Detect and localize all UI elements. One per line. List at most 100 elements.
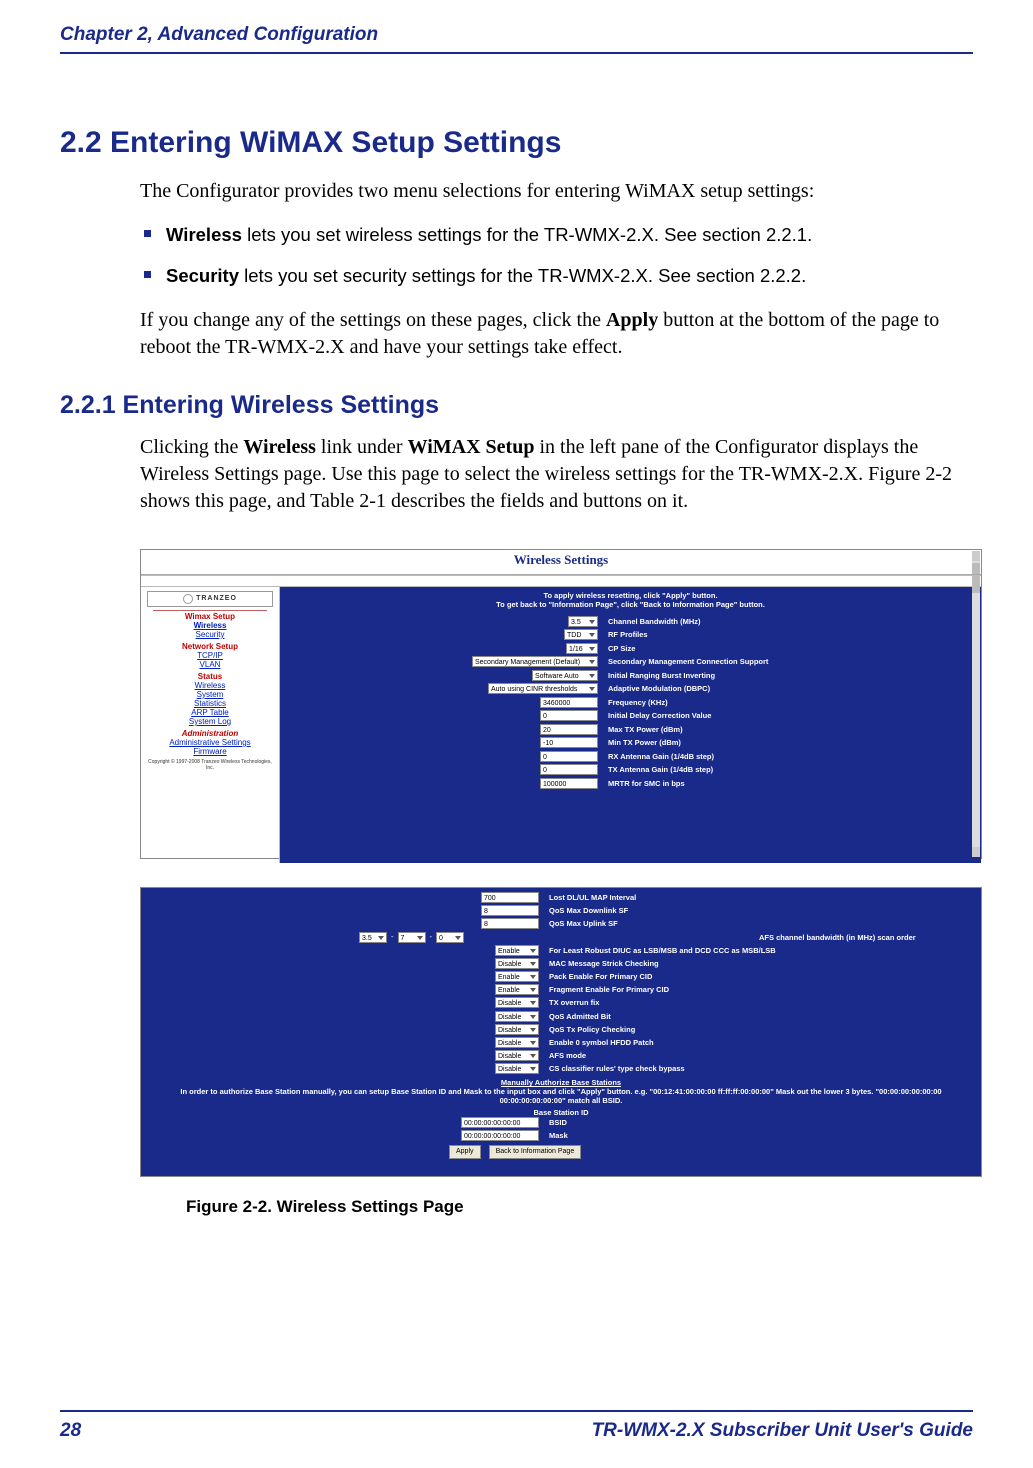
select-field[interactable]: Enable xyxy=(495,971,539,982)
form-row: 3460000 Frequency (KHz) xyxy=(288,697,973,708)
field-label: TX Antenna Gain (1/4dB step) xyxy=(608,765,713,774)
select-field[interactable]: Disable xyxy=(495,1050,539,1061)
field-label: Fragment Enable For Primary CID xyxy=(549,985,669,994)
field-label: MRTR for SMC in bps xyxy=(608,779,685,788)
sidebar-link-status-wireless[interactable]: Wireless xyxy=(141,681,279,690)
select-field[interactable]: 3.5 xyxy=(568,616,598,627)
text-input[interactable]: 3460000 xyxy=(540,697,598,708)
field-label: Initial Delay Correction Value xyxy=(608,711,711,720)
bullet-bold: Security xyxy=(166,265,239,286)
afs-field-1[interactable]: 3.5 xyxy=(359,932,387,943)
select-field[interactable]: Disable xyxy=(495,997,539,1008)
select-field[interactable]: Enable xyxy=(495,984,539,995)
field-label: Adaptive Modulation (DBPC) xyxy=(608,684,710,693)
form-row: Disable CS classifier rules' type check b… xyxy=(149,1063,973,1074)
afs-field-2[interactable]: 7 xyxy=(398,932,426,943)
sidebar-link-status-syslog[interactable]: System Log xyxy=(141,717,279,726)
figure-screenshot-bottom: 700Lost DL/UL MAP Interval8QoS Max Downl… xyxy=(140,887,982,1177)
field-label: Frequency (KHz) xyxy=(608,698,668,707)
bsid-input[interactable]: 00:00:00:00:00:00 xyxy=(461,1117,539,1128)
form-row: Enable For Least Robust DIUC as LSB/MSB a… xyxy=(149,945,973,956)
sidebar-link-wireless[interactable]: Wireless xyxy=(141,621,279,630)
bullet-bold: Wireless xyxy=(166,224,242,245)
sidebar-link-vlan[interactable]: VLAN xyxy=(141,660,279,669)
select-field[interactable]: Software Auto xyxy=(532,670,598,681)
field-label: CS classifier rules' type check bypass xyxy=(549,1064,685,1073)
form-row: 0 RX Antenna Gain (1/4dB step) xyxy=(288,751,973,762)
sidebar-heading-administration: Administration xyxy=(141,729,279,738)
text: Clicking the xyxy=(140,436,243,458)
apply-button[interactable]: Apply xyxy=(449,1145,481,1159)
panel-instruction: To apply wireless resetting, click "Appl… xyxy=(288,591,973,610)
afs-field-3[interactable]: 0 xyxy=(436,932,464,943)
field-label: QoS Max Downlink SF xyxy=(549,906,628,915)
form-row: Disable QoS Tx Policy Checking xyxy=(149,1024,973,1035)
form-row: Auto using CINR thresholds Adaptive Modul… xyxy=(288,683,973,694)
text-input[interactable]: 0 xyxy=(540,764,598,775)
bullet-rest: lets you set security settings for the T… xyxy=(239,265,806,286)
field-label: QoS Admitted Bit xyxy=(549,1012,611,1021)
back-to-information-button[interactable]: Back to Information Page xyxy=(489,1145,582,1159)
text-input[interactable]: 8 xyxy=(481,918,539,929)
guide-title: TR-WMX-2.X Subscriber Unit User's Guide xyxy=(592,1420,973,1442)
sidebar-copyright: Copyright © 1997-2008 Tranzeo Wireless T… xyxy=(141,759,279,771)
bullet-rest: lets you set wireless settings for the T… xyxy=(242,224,812,245)
form-row: Software AutoInitial Ranging Burst Inver… xyxy=(288,670,973,681)
select-field[interactable]: Secondary Management (Default) xyxy=(472,656,598,667)
form-row: DisableAFS mode xyxy=(149,1050,973,1061)
wireless-paragraph: Clicking the Wireless link under WiMAX S… xyxy=(140,434,973,515)
page-number: 28 xyxy=(60,1420,81,1442)
select-field[interactable]: Disable xyxy=(495,1024,539,1035)
field-label: RX Antenna Gain (1/4dB step) xyxy=(608,752,714,761)
form-row: 100000 MRTR for SMC in bps xyxy=(288,778,973,789)
mask-input[interactable]: 00:00:00:00:00:00 xyxy=(461,1130,539,1141)
field-label: Max TX Power (dBm) xyxy=(608,725,683,734)
sidebar-link-status-arp[interactable]: ARP Table xyxy=(141,708,279,717)
sidebar-link-admin-settings[interactable]: Administrative Settings xyxy=(141,738,279,747)
field-label: For Least Robust DIUC as LSB/MSB and DCD… xyxy=(549,946,776,955)
form-row: Enable Fragment Enable For Primary CID xyxy=(149,984,973,995)
select-field[interactable]: Enable xyxy=(495,945,539,956)
select-field[interactable]: Disable xyxy=(495,1037,539,1048)
form-row: 3.5Channel Bandwidth (MHz) xyxy=(288,616,973,627)
text-input[interactable]: 700 xyxy=(481,892,539,903)
text-input[interactable]: 100000 xyxy=(540,778,598,789)
section-2-2-1-heading: 2.2.1 Entering Wireless Settings xyxy=(60,391,973,420)
scrollbar[interactable] xyxy=(972,551,980,857)
apply-paragraph: If you change any of the settings on the… xyxy=(140,307,973,361)
field-label: TX overrun fix xyxy=(549,998,599,1007)
form-row: 8QoS Max Uplink SF xyxy=(149,918,973,929)
form-row: 0 TX Antenna Gain (1/4dB step) xyxy=(288,764,973,775)
text-input[interactable]: 20 xyxy=(540,724,598,735)
list-item: Wireless lets you set wireless settings … xyxy=(140,223,973,248)
sidebar-link-tcpip[interactable]: TCP/IP xyxy=(141,651,279,660)
select-field[interactable]: Disable xyxy=(495,1063,539,1074)
select-field[interactable]: 1/16 xyxy=(566,643,598,654)
sidebar-link-firmware[interactable]: Firmware xyxy=(141,747,279,756)
sidebar-link-status-statistics[interactable]: Statistics xyxy=(141,699,279,708)
field-label: QoS Tx Policy Checking xyxy=(549,1025,635,1034)
form-row: 1/16 CP Size xyxy=(288,643,973,654)
figure-screenshot-top: Wireless Settings TRANZEO Wimax Setup Wi… xyxy=(140,549,982,859)
select-field[interactable]: TDD xyxy=(564,629,598,640)
text-input[interactable]: 0 xyxy=(540,751,598,762)
text-input[interactable]: -10 xyxy=(540,737,598,748)
figure-caption: Figure 2-2. Wireless Settings Page xyxy=(186,1197,973,1217)
sidebar-heading-network-setup: Network Setup xyxy=(141,642,279,651)
sidebar-link-status-system[interactable]: System xyxy=(141,690,279,699)
list-item: Security lets you set security settings … xyxy=(140,264,973,289)
field-label: CP Size xyxy=(608,644,635,653)
select-field[interactable]: Disable xyxy=(495,958,539,969)
form-row: 8 QoS Max Downlink SF xyxy=(149,905,973,916)
wireless-bold: Wireless xyxy=(243,436,316,458)
scroll-down-arrow-icon[interactable] xyxy=(972,847,980,857)
form-row: DisableEnable 0 symbol HFDD Patch xyxy=(149,1037,973,1048)
text-input[interactable]: 0 xyxy=(540,710,598,721)
form-row: Disable QoS Admitted Bit xyxy=(149,1011,973,1022)
text: link under xyxy=(316,436,408,458)
sidebar-link-security[interactable]: Security xyxy=(141,630,279,639)
form-row: EnablePack Enable For Primary CID xyxy=(149,971,973,982)
select-field[interactable]: Disable xyxy=(495,1011,539,1022)
select-field[interactable]: Auto using CINR thresholds xyxy=(488,683,598,694)
text-input[interactable]: 8 xyxy=(481,905,539,916)
